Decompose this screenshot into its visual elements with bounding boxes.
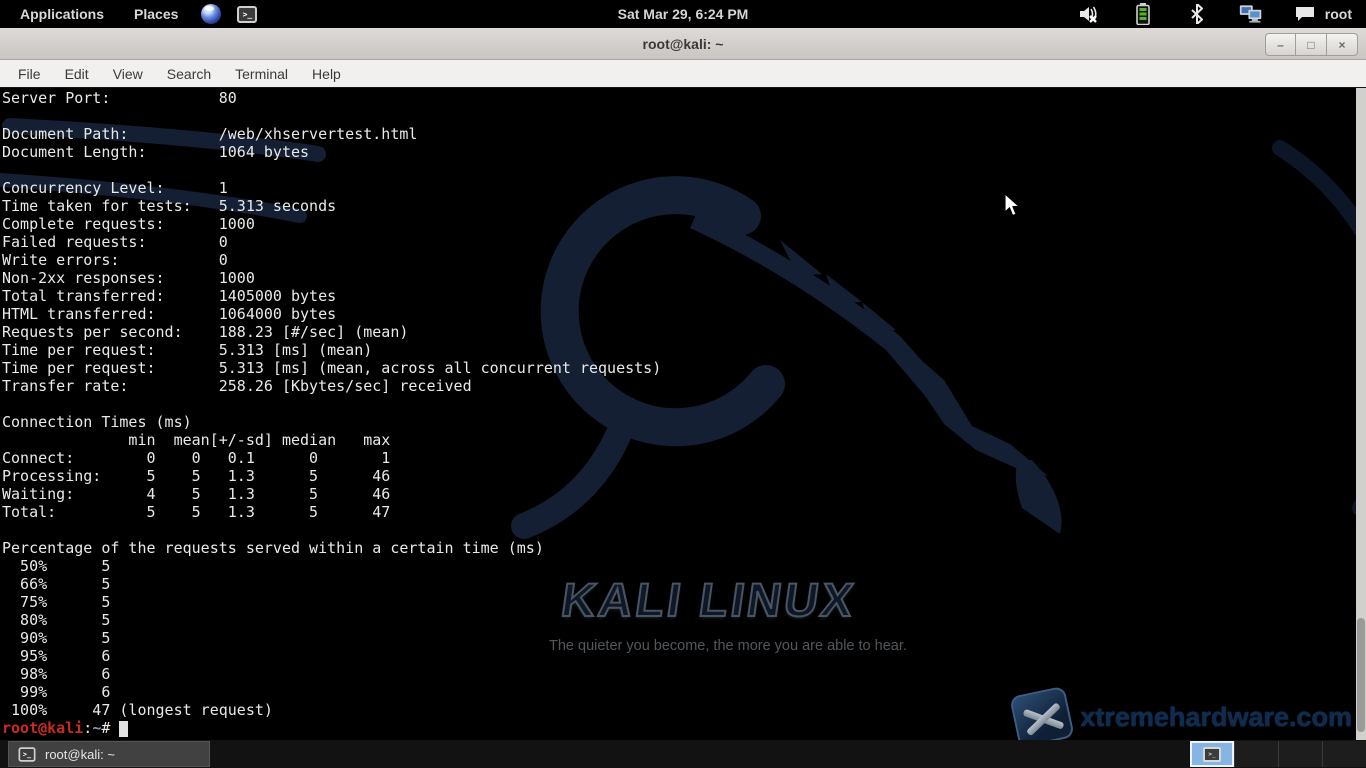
taskbar-window-label: root@kali: ~	[45, 747, 115, 762]
bluetooth-icon[interactable]	[1185, 3, 1209, 25]
terminal-output: Server Port: 80 Document Path: /web/xhse…	[2, 89, 661, 719]
site-watermark: xtremehardware.com	[1014, 691, 1352, 740]
menu-file[interactable]: File	[6, 62, 53, 86]
battery-icon[interactable]	[1131, 3, 1155, 25]
prompt-symbol: #	[101, 719, 119, 737]
prompt-path: ~	[92, 719, 101, 737]
prompt-user-host: root@kali	[2, 719, 83, 737]
browser-icon	[201, 4, 221, 24]
workspace-1[interactable]: >_	[1190, 741, 1234, 767]
terminal-menubar: File Edit View Search Terminal Help	[0, 60, 1366, 88]
places-menu[interactable]: Places	[126, 6, 186, 22]
window-titlebar[interactable]: root@kali: ~ – □ ×	[0, 28, 1366, 60]
user-label: root	[1325, 6, 1352, 22]
network-icon[interactable]	[1239, 3, 1263, 25]
mouse-cursor	[1003, 193, 1027, 219]
terminal-viewport[interactable]: KALI LINUX The quieter you become, the m…	[0, 88, 1366, 740]
desktop: Applications Places >_ Sat Mar 29, 6:24 …	[0, 0, 1366, 768]
terminal-icon: >_	[19, 747, 36, 761]
workspace-2[interactable]	[1234, 741, 1278, 767]
close-button[interactable]: ×	[1327, 33, 1358, 56]
bottom-panel: >_ root@kali: ~ >_	[0, 740, 1366, 768]
menu-view[interactable]: View	[101, 62, 155, 86]
top-panel: Applications Places >_ Sat Mar 29, 6:24 …	[0, 0, 1366, 28]
terminal-scrollbar[interactable]	[1356, 88, 1366, 740]
taskbar-window-button[interactable]: >_ root@kali: ~	[8, 741, 210, 767]
window-controls: – □ ×	[1265, 33, 1358, 56]
browser-launcher[interactable]	[200, 3, 222, 25]
menu-search[interactable]: Search	[155, 62, 223, 86]
workspace-4[interactable]	[1322, 741, 1366, 767]
maximize-button[interactable]: □	[1296, 33, 1327, 56]
terminal-prompt[interactable]: root@kali:~#	[2, 719, 128, 737]
volume-muted-icon[interactable]	[1077, 3, 1101, 25]
minimize-button[interactable]: –	[1265, 33, 1296, 56]
window-title: root@kali: ~	[643, 36, 724, 52]
menu-terminal[interactable]: Terminal	[223, 62, 300, 86]
menu-edit[interactable]: Edit	[53, 62, 101, 86]
mini-terminal-icon: >_	[1203, 747, 1221, 762]
user-menu[interactable]: root	[1293, 3, 1352, 25]
terminal-icon: >_	[237, 6, 257, 23]
applications-menu[interactable]: Applications	[12, 6, 112, 22]
workspace-switcher: >_	[1190, 741, 1366, 767]
menu-help[interactable]: Help	[300, 62, 353, 86]
terminal-cursor	[119, 721, 128, 737]
chat-bubble-icon	[1293, 3, 1317, 25]
scrollbar-thumb[interactable]	[1357, 618, 1365, 732]
site-logo-icon	[1010, 686, 1076, 740]
site-watermark-text: xtremehardware.com	[1080, 702, 1352, 733]
prompt-colon: :	[83, 719, 92, 737]
terminal-launcher[interactable]: >_	[236, 3, 258, 25]
workspace-3[interactable]	[1278, 741, 1322, 767]
